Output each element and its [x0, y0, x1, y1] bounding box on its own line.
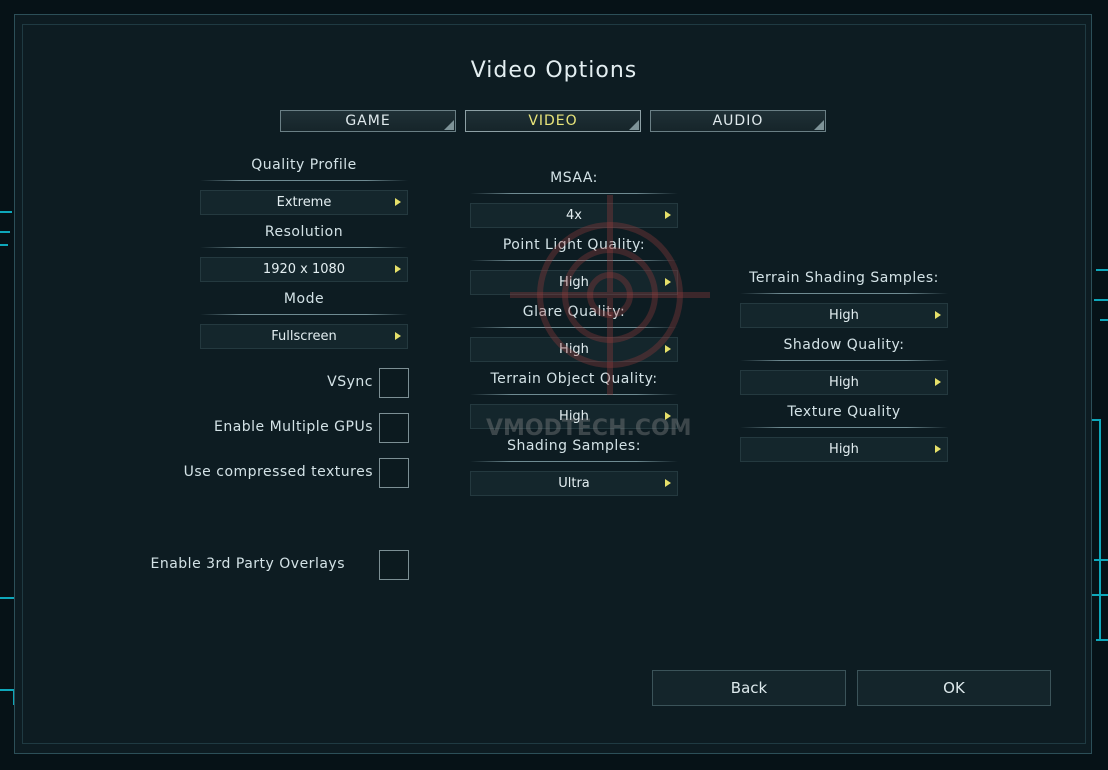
multi-gpu-label: Enable Multiple GPUs: [213, 419, 373, 435]
texture-quality-label: Texture Quality: [787, 404, 901, 420]
terrain-shading-select[interactable]: High: [740, 303, 948, 328]
tab-video[interactable]: VIDEO: [465, 110, 641, 132]
vsync-checkbox[interactable]: [379, 368, 409, 398]
shadow-quality-label: Shadow Quality:: [783, 337, 905, 353]
arrow-right-icon: [395, 198, 401, 206]
arrow-right-icon: [665, 479, 671, 487]
shadow-quality-select[interactable]: High: [740, 370, 948, 395]
shading-samples-select[interactable]: Ultra: [470, 471, 678, 496]
back-button[interactable]: Back: [652, 670, 846, 706]
mode-select[interactable]: Fullscreen: [200, 324, 408, 349]
shading-samples-value: Ultra: [558, 476, 590, 491]
divider: [740, 360, 948, 361]
shadow-quality-value: High: [829, 375, 859, 390]
quality-profile-label: Quality Profile: [251, 157, 357, 173]
divider: [740, 427, 948, 428]
divider: [740, 293, 948, 294]
mode-label: Mode: [283, 291, 325, 307]
vsync-label: VSync: [327, 374, 373, 390]
terrain-shading-value: High: [829, 308, 859, 323]
compressed-textures-checkbox[interactable]: [379, 458, 409, 488]
arrow-right-icon: [935, 378, 941, 386]
compressed-textures-label: Use compressed textures: [183, 464, 373, 480]
arrow-right-icon: [395, 265, 401, 273]
mode-value: Fullscreen: [271, 329, 337, 344]
quality-profile-select[interactable]: Extreme: [200, 190, 408, 215]
tab-audio[interactable]: AUDIO: [650, 110, 826, 132]
quality-profile-value: Extreme: [276, 195, 332, 210]
texture-quality-value: High: [829, 442, 859, 457]
watermark-logo: [510, 195, 710, 395]
multi-gpu-checkbox[interactable]: [379, 413, 409, 443]
divider: [470, 461, 678, 462]
resolution-select[interactable]: 1920 x 1080: [200, 257, 408, 282]
arrow-right-icon: [395, 332, 401, 340]
arrow-right-icon: [935, 311, 941, 319]
divider: [200, 180, 408, 181]
divider: [200, 314, 408, 315]
msaa-label: MSAA:: [550, 170, 598, 186]
overlays-label: Enable 3rd Party Overlays: [150, 556, 345, 572]
texture-quality-select[interactable]: High: [740, 437, 948, 462]
resolution-label: Resolution: [264, 224, 344, 240]
page-title: Video Options: [470, 58, 638, 83]
divider: [470, 193, 678, 194]
resolution-value: 1920 x 1080: [262, 262, 346, 277]
terrain-shading-label: Terrain Shading Samples:: [749, 270, 939, 286]
watermark-text: VMODTECH.COM: [486, 416, 692, 441]
ok-button[interactable]: OK: [857, 670, 1051, 706]
arrow-right-icon: [935, 445, 941, 453]
overlays-checkbox[interactable]: [379, 550, 409, 580]
tab-game[interactable]: GAME: [280, 110, 456, 132]
divider: [200, 247, 408, 248]
